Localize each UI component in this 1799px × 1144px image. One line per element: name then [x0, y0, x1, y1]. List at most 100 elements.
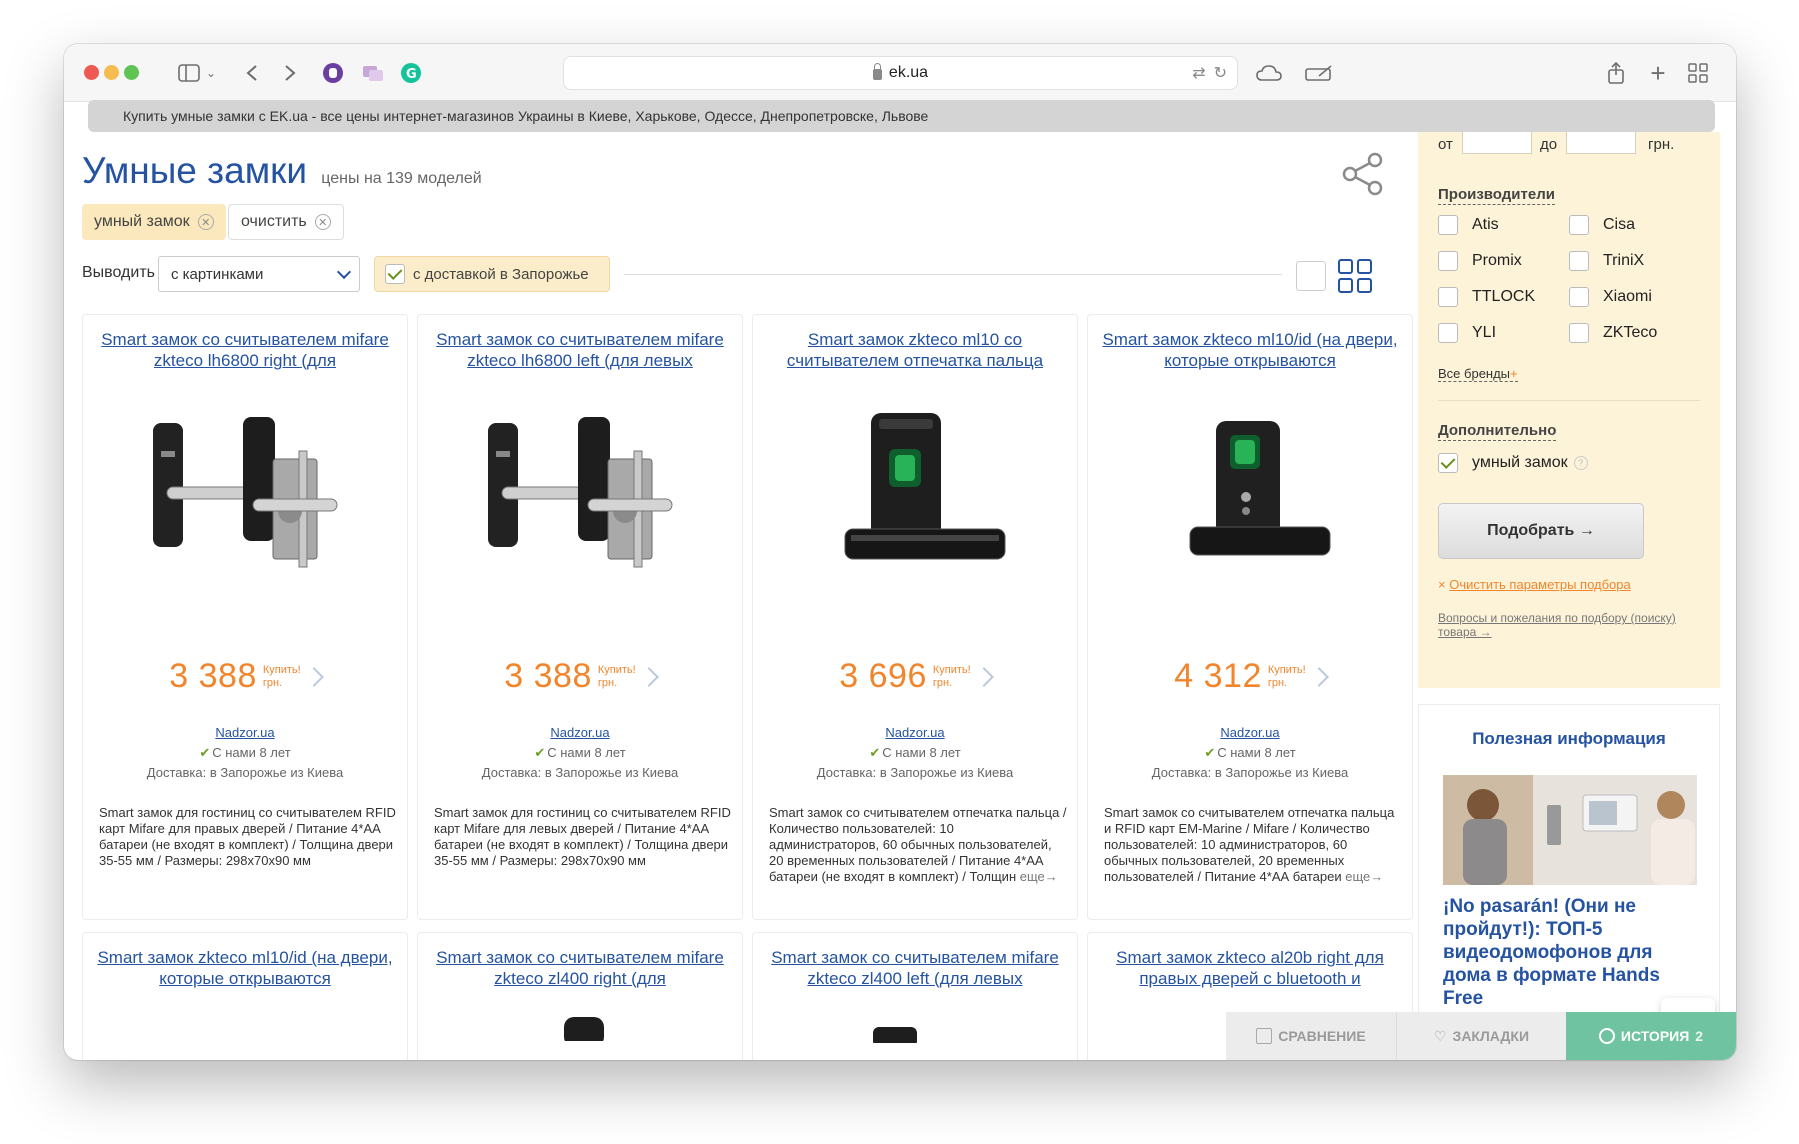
share-icon[interactable] [1341, 152, 1385, 196]
brand-checkbox[interactable] [1569, 251, 1589, 271]
feedback-link[interactable]: Вопросы и пожелания по подбору (поиску) … [1438, 611, 1700, 639]
brand-option-yli[interactable]: YLI [1438, 323, 1496, 343]
brand-option-cisa[interactable]: Cisa [1569, 215, 1635, 235]
cloud-icon[interactable] [1254, 58, 1284, 88]
delivery-checkbox[interactable] [385, 264, 405, 284]
price-block[interactable]: 3 388 Купить! грн. [418, 657, 742, 696]
minimize-window-button[interactable] [104, 65, 119, 80]
brand-checkbox[interactable] [1438, 251, 1458, 271]
divider [624, 274, 1282, 275]
address-bar[interactable]: ek.ua ⇄ ↻ [563, 56, 1238, 90]
delivery-filter[interactable]: с доставкой в Запорожье [374, 256, 610, 292]
brand-option-promix[interactable]: Promix [1438, 251, 1522, 271]
extension-window-icon[interactable] [360, 58, 386, 88]
product-image-fingerprint-lock[interactable] [815, 411, 1015, 591]
delivery-filter-label: с доставкой в Запорожье [413, 265, 589, 283]
view-mode-select[interactable]: с картинками [158, 256, 360, 292]
brand-checkbox[interactable] [1569, 323, 1589, 343]
translate-icon[interactable]: ⇄ [1192, 63, 1205, 83]
extension-hand-icon[interactable] [320, 58, 346, 88]
delivery-info: Доставка: в Запорожье из Киева [1151, 765, 1349, 780]
brand-option-xiaomi[interactable]: Xiaomi [1569, 287, 1652, 307]
price-from-input[interactable] [1462, 132, 1532, 154]
extra-title[interactable]: Дополнительно [1438, 422, 1557, 441]
sidebar-toggle-icon[interactable] [176, 58, 202, 88]
product-title-link[interactable]: Smart замок zkteco ml10/id (на двери, ко… [1098, 329, 1402, 371]
shop-link[interactable]: Nadzor.ua [1088, 725, 1412, 740]
price-currency: грн. [1648, 136, 1675, 153]
clear-icon[interactable]: ✕ [314, 214, 331, 230]
grammarly-icon[interactable]: G [398, 58, 424, 88]
new-tab-icon[interactable]: + [1646, 58, 1670, 88]
history-tab[interactable]: ИСТОРИЯ 2 [1566, 1012, 1736, 1060]
price-block[interactable]: 4 312 Купить! грн. [1088, 657, 1412, 696]
shop-link[interactable]: Nadzor.ua [83, 725, 407, 740]
brand-checkbox[interactable] [1569, 215, 1589, 235]
browser-toolbar: ⌄ G ek.ua ⇄ ↻ + [64, 44, 1736, 102]
product-title-link[interactable]: Smart замок zkteco ml10 со считывателем … [763, 329, 1067, 371]
price-block[interactable]: 3 388 Купить! грн. [83, 657, 407, 696]
tab-title: Купить умные замки с EK.ua - все цены ин… [123, 108, 929, 124]
article-link[interactable]: ¡No pasarán! (Они не пройдут!): ТОП-5 ви… [1443, 895, 1663, 1010]
shop-link[interactable]: Nadzor.ua [418, 725, 742, 740]
models-count: цены на 139 моделей [321, 170, 482, 187]
list-view-icon[interactable] [1296, 261, 1326, 291]
extra-option-smart-lock[interactable]: умный замок ? [1438, 453, 1588, 473]
shop-link[interactable]: Nadzor.ua [753, 725, 1077, 740]
compare-tab[interactable]: СРАВНЕНИЕ [1226, 1012, 1396, 1060]
brand-option-trinix[interactable]: TriniX [1569, 251, 1644, 271]
clear-filters-link[interactable]: × Очистить параметры подбора [1438, 577, 1631, 592]
product-image-fingerprint-rfid-lock[interactable] [1150, 411, 1350, 591]
page-title-text: Умные замки [82, 150, 307, 191]
product-title-link[interactable]: Smart замок со считывателем mifare zktec… [93, 329, 397, 371]
chip-label: очистить [241, 213, 307, 230]
submit-filter-button[interactable]: Подобрать → [1438, 503, 1644, 559]
product-image-lock-mortise[interactable] [480, 411, 680, 591]
product-title-link[interactable]: Smart замок zkteco ml10/id (на двери, ко… [93, 947, 397, 989]
more-link[interactable]: еще→ [1345, 869, 1383, 884]
tab-overview-icon[interactable] [1686, 58, 1710, 88]
brand-option-ttlock[interactable]: TTLOCK [1438, 287, 1535, 307]
product-title-link[interactable]: Smart замок со считывателем mifare zktec… [763, 947, 1067, 989]
product-image-lock-mortise[interactable] [145, 411, 345, 591]
article-image[interactable] [1443, 775, 1697, 885]
price-to-input[interactable] [1566, 132, 1636, 154]
all-brands-link[interactable]: Все бренды+ [1438, 366, 1518, 382]
brand-checkbox[interactable] [1438, 323, 1458, 343]
chevron-down-icon[interactable]: ⌄ [204, 58, 218, 88]
product-title-link[interactable]: Smart замок со считывателем mifare zktec… [428, 329, 732, 371]
forward-icon[interactable] [278, 58, 302, 88]
reload-icon[interactable]: ↻ [1214, 63, 1227, 83]
share-icon[interactable] [1604, 58, 1628, 88]
more-link[interactable]: еще→ [1020, 869, 1058, 884]
back-icon[interactable] [240, 58, 264, 88]
grid-view-icon[interactable] [1338, 259, 1372, 293]
clear-chips-button[interactable]: очистить ✕ [228, 204, 344, 240]
help-icon[interactable]: ? [1573, 456, 1588, 470]
zoom-window-button[interactable] [124, 65, 139, 80]
brand-checkbox[interactable] [1438, 287, 1458, 307]
close-window-button[interactable] [84, 65, 99, 80]
product-title-link[interactable]: Smart замок со считывателем mifare zktec… [428, 947, 732, 989]
bookmarks-tab[interactable]: ♡ ЗАКЛАДКИ [1396, 1012, 1566, 1060]
divider [1438, 400, 1700, 401]
brand-checkbox[interactable] [1438, 215, 1458, 235]
extra-checkbox[interactable] [1438, 453, 1458, 473]
edit-note-icon[interactable] [1304, 58, 1334, 88]
filter-chip-smart-lock[interactable]: умный замок ✕ [82, 204, 226, 240]
tab-active[interactable]: Купить умные замки с EK.ua - все цены ин… [88, 100, 1715, 132]
brand-checkbox[interactable] [1569, 287, 1589, 307]
buy-label: Купить! грн. [932, 663, 971, 689]
product-card: Smart замок zkteco ml10 со считывателем … [752, 314, 1078, 920]
product-image-partial[interactable] [558, 1011, 608, 1041]
remove-chip-icon[interactable]: ✕ [197, 214, 214, 230]
brand-option-atis[interactable]: Atis [1438, 215, 1499, 235]
heart-icon: ♡ [1433, 1027, 1447, 1044]
brands-title[interactable]: Производители [1438, 186, 1555, 205]
price-block[interactable]: 3 696 Купить! грн. [753, 657, 1077, 696]
brand-option-zkteco[interactable]: ZKTeco [1569, 323, 1657, 343]
product-image-partial[interactable] [869, 1019, 919, 1043]
shop-years: С нами 8 лет [753, 745, 1077, 761]
product-card: Smart замок zkteco ml10/id (на двери, ко… [1087, 314, 1413, 920]
product-title-link[interactable]: Smart замок zkteco al20b right для правы… [1098, 947, 1402, 989]
